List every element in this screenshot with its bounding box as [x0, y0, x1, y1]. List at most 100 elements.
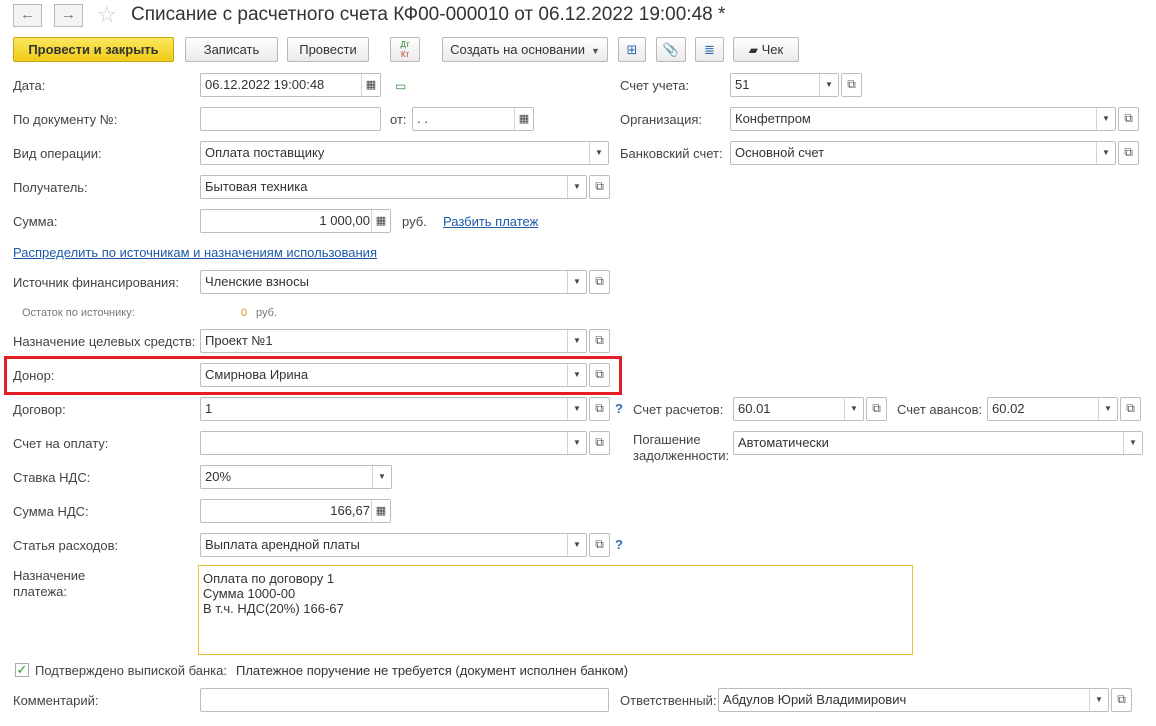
comment-field[interactable]	[200, 688, 609, 712]
operation-type-select[interactable]: Оплата поставщику ▼	[200, 141, 609, 165]
favorite-star-icon[interactable]: ☆	[97, 2, 117, 28]
chevron-down-icon[interactable]: ▼	[1096, 142, 1115, 164]
open-icon[interactable]: ⧉	[589, 397, 610, 421]
invoice-select[interactable]: ▼	[200, 431, 587, 455]
doc-date-value: . .	[417, 111, 428, 126]
open-icon[interactable]: ⧉	[1111, 688, 1132, 712]
chevron-down-icon[interactable]: ▼	[589, 142, 608, 164]
chevron-down-icon[interactable]: ▼	[567, 364, 586, 386]
expense-item-select[interactable]: Выплата арендной платы ▼	[200, 533, 587, 557]
date-field[interactable]: 06.12.2022 19:00:48 ▦	[200, 73, 381, 97]
account-value: 51	[735, 77, 750, 92]
open-icon[interactable]: ⧉	[589, 329, 610, 353]
recipient-select[interactable]: Бытовая техника ▼	[200, 175, 587, 199]
create-based-on-button[interactable]: Создать на основании ▼	[442, 37, 608, 62]
organization-label: Организация:	[620, 112, 703, 127]
bank-account-select[interactable]: Основной счет ▼	[730, 141, 1116, 165]
settlement-account-label: Счет расчетов:	[633, 402, 724, 417]
open-icon[interactable]: ⧉	[1118, 107, 1139, 131]
responsible-value: Абдулов Юрий Владимирович	[723, 692, 907, 707]
open-icon[interactable]: ⧉	[589, 431, 610, 455]
page-title: Списание с расчетного счета КФ00-000010 …	[131, 4, 726, 25]
save-button[interactable]: Записать	[185, 37, 278, 62]
payment-purpose-textarea[interactable]: Оплата по договору 1 Сумма 1000-00 В т.ч…	[198, 565, 913, 655]
date-value: 06.12.2022 19:00:48	[205, 77, 325, 92]
chevron-down-icon[interactable]: ▼	[1089, 689, 1108, 711]
chevron-down-icon[interactable]: ▼	[1098, 398, 1117, 420]
organization-select[interactable]: Конфетпром ▼	[730, 107, 1116, 131]
chevron-down-icon[interactable]: ▼	[567, 330, 586, 352]
chevron-down-icon[interactable]: ▼	[1096, 108, 1115, 130]
payment-purpose-line: В т.ч. НДС(20%) 166-67	[203, 601, 344, 616]
chevron-down-icon[interactable]: ▼	[567, 398, 586, 420]
calculator-icon[interactable]: ▦	[371, 500, 390, 522]
open-icon[interactable]: ⧉	[589, 533, 610, 557]
calendar-icon[interactable]: ▦	[514, 108, 533, 130]
dt-kt-button[interactable]: Дт Кт	[390, 37, 420, 62]
calendar-icon[interactable]: ▦	[361, 74, 380, 96]
from-label: от:	[390, 112, 407, 127]
structure-button[interactable]: ⊞	[618, 37, 646, 62]
expense-item-label: Статья расходов:	[13, 538, 119, 553]
distribute-link[interactable]: Распределить по источникам и назначениям…	[13, 245, 377, 260]
purpose-funds-value: Проект №1	[205, 333, 273, 348]
chevron-down-icon[interactable]: ▼	[1123, 432, 1142, 454]
responsible-select[interactable]: Абдулов Юрий Владимирович ▼	[718, 688, 1109, 712]
chevron-down-icon[interactable]: ▼	[372, 466, 391, 488]
expense-item-value: Выплата арендной платы	[205, 537, 360, 552]
advance-account-select[interactable]: 60.02 ▼	[987, 397, 1118, 421]
donor-value: Смирнова Ирина	[205, 367, 309, 382]
settlement-account-select[interactable]: 60.01 ▼	[733, 397, 864, 421]
open-icon[interactable]: ⧉	[589, 270, 610, 294]
help-icon[interactable]: ?	[615, 401, 623, 416]
vat-rate-value: 20%	[205, 469, 232, 484]
vat-sum-field[interactable]: 166,67 ▦	[200, 499, 391, 523]
open-icon[interactable]: ⧉	[1120, 397, 1141, 421]
check-label: Чек	[761, 42, 784, 57]
financing-source-select[interactable]: Членские взносы ▼	[200, 270, 587, 294]
payment-purpose-line: Оплата по договору 1	[203, 571, 335, 586]
help-icon[interactable]: ?	[615, 537, 623, 552]
forward-button[interactable]: →	[54, 4, 83, 27]
debt-repayment-select[interactable]: Автоматически ▼	[733, 431, 1143, 455]
payment-purpose-label: Назначение платежа:	[13, 568, 85, 600]
open-icon[interactable]: ⧉	[589, 175, 610, 199]
vat-sum-value: 166,67	[330, 503, 370, 518]
split-payment-link[interactable]: Разбить платеж	[443, 214, 538, 229]
remainder-currency: руб.	[256, 307, 277, 319]
attach-button[interactable]: 📎	[656, 37, 686, 62]
doc-date-field[interactable]: . . ▦	[412, 107, 534, 131]
donor-select[interactable]: Смирнова Ирина ▼	[200, 363, 587, 387]
open-icon[interactable]: ⧉	[866, 397, 887, 421]
settlement-account-value: 60.01	[738, 401, 771, 416]
debt-repayment-value: Автоматически	[738, 435, 829, 450]
contract-select[interactable]: 1 ▼	[200, 397, 587, 421]
account-select[interactable]: 51 ▼	[730, 73, 839, 97]
chevron-down-icon[interactable]: ▼	[844, 398, 863, 420]
operation-type-value: Оплата поставщику	[205, 145, 325, 160]
open-icon[interactable]: ⧉	[1118, 141, 1139, 165]
back-button[interactable]: ←	[13, 4, 42, 27]
chevron-down-icon[interactable]: ▼	[567, 176, 586, 198]
date-check-icon[interactable]: ▭	[395, 79, 406, 93]
chevron-down-icon[interactable]: ▼	[819, 74, 838, 96]
chevron-down-icon[interactable]: ▼	[567, 271, 586, 293]
post-button[interactable]: Провести	[287, 37, 369, 62]
doc-number-field[interactable]	[200, 107, 381, 131]
sum-field[interactable]: 1 000,00 ▦	[200, 209, 391, 233]
calculator-icon[interactable]: ▦	[371, 210, 390, 232]
purpose-funds-select[interactable]: Проект №1 ▼	[200, 329, 587, 353]
bank-confirmed-checkbox[interactable]: ✓	[15, 663, 29, 677]
check-button[interactable]: ▰ Чек	[733, 37, 799, 62]
recipient-label: Получатель:	[13, 180, 88, 195]
comment-label: Комментарий:	[13, 693, 99, 708]
chevron-down-icon[interactable]: ▼	[567, 534, 586, 556]
open-icon[interactable]: ⧉	[589, 363, 610, 387]
print-list-button[interactable]: ≣	[695, 37, 724, 62]
vat-rate-select[interactable]: 20% ▼	[200, 465, 392, 489]
operation-type-label: Вид операции:	[13, 146, 102, 161]
chevron-down-icon[interactable]: ▼	[567, 432, 586, 454]
post-and-close-button[interactable]: Провести и закрыть	[13, 37, 174, 62]
advance-account-value: 60.02	[992, 401, 1025, 416]
open-icon[interactable]: ⧉	[841, 73, 862, 97]
